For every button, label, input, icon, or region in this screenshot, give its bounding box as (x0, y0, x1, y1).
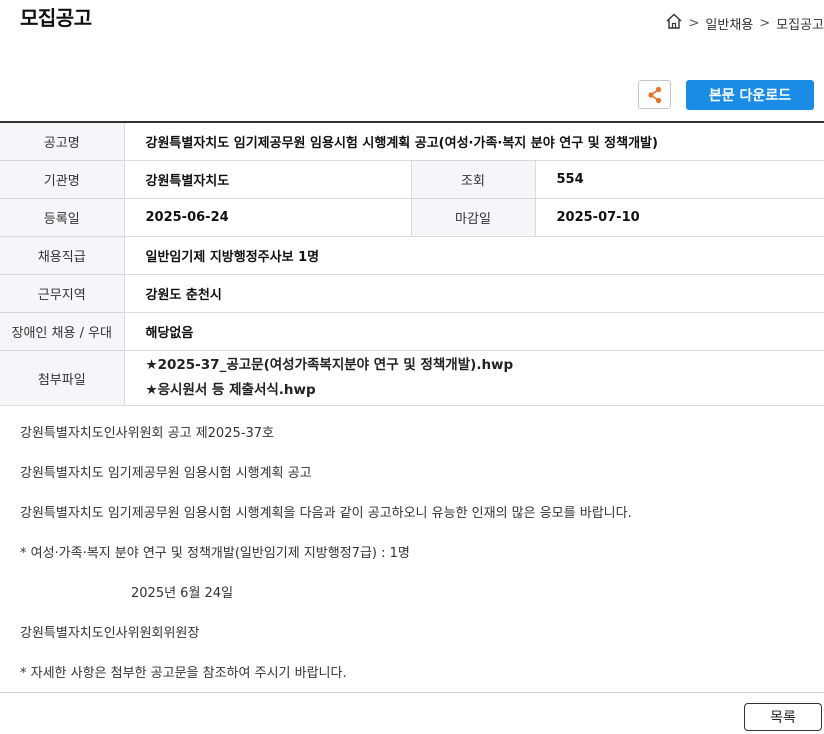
list-button[interactable]: 목록 (744, 703, 822, 731)
files-label: 첨부파일 (0, 350, 125, 406)
attachment-link[interactable]: ★2025-37_공고문(여성가족복지분야 연구 및 정책개발).hwp (146, 353, 824, 378)
files-list: ★2025-37_공고문(여성가족복지분야 연구 및 정책개발).hwp ★응시… (124, 350, 824, 406)
grade-label: 채용직급 (0, 236, 125, 275)
deadline-value: 2025-07-10 (535, 198, 824, 237)
job-info-table: 공고명 강원특별자치도 임기제공무원 임용시험 시행계획 공고(여성·가족·복지… (0, 121, 824, 406)
download-body-button[interactable]: 본문 다운로드 (686, 80, 814, 110)
table-row-disability: 장애인 채용 / 우대 해당없음 (0, 312, 824, 351)
breadcrumb: > 일반채용 > 모집공고 (665, 12, 824, 34)
divider (0, 692, 824, 693)
body-line: 강원특별자치도 임기제공무원 임용시험 시행계획을 다음과 같이 공고하오니 유… (20, 506, 632, 521)
disability-value: 해당없음 (124, 312, 824, 351)
body-line: * 자세한 사항은 첨부한 공고문을 참조하여 주시기 바랍니다. (20, 666, 347, 681)
home-icon[interactable] (665, 12, 683, 34)
table-row-dates: 등록일 2025-06-24 마감일 2025-07-10 (0, 198, 824, 237)
title-label: 공고명 (0, 122, 125, 161)
deadline-label: 마감일 (410, 198, 536, 237)
body-line: 강원특별자치도인사위원회 공고 제2025-37호 (20, 426, 274, 441)
region-label: 근무지역 (0, 274, 125, 313)
table-row-grade: 채용직급 일반임기제 지방행정주사보 1명 (0, 236, 824, 275)
body-line: 강원특별자치도 임기제공무원 임용시험 시행계획 공고 (20, 466, 312, 481)
reg-date-label: 등록일 (0, 198, 125, 237)
page-title: 모집공고 (20, 6, 92, 30)
breadcrumb-item-general-recruit[interactable]: 일반채용 (705, 14, 753, 33)
org-label: 기관명 (0, 160, 125, 199)
share-button[interactable] (638, 80, 671, 109)
table-row-region: 근무지역 강원도 춘천시 (0, 274, 824, 313)
title-value: 강원특별자치도 임기제공무원 임용시험 시행계획 공고(여성·가족·복지 분야 … (124, 122, 824, 161)
body-line: 강원특별자치도인사위원회위원장 (20, 626, 200, 641)
table-row-title: 공고명 강원특별자치도 임기제공무원 임용시험 시행계획 공고(여성·가족·복지… (0, 122, 824, 161)
region-value: 강원도 춘천시 (124, 274, 824, 313)
grade-value: 일반임기제 지방행정주사보 1명 (124, 236, 824, 275)
breadcrumb-separator: > (688, 15, 700, 31)
disability-label: 장애인 채용 / 우대 (0, 312, 125, 351)
table-row-org: 기관명 강원특별자치도 조회 554 (0, 160, 824, 199)
announcement-body: 강원특별자치도인사위원회 공고 제2025-37호 강원특별자치도 임기제공무원… (20, 424, 820, 704)
views-value: 554 (535, 160, 824, 199)
org-value: 강원특별자치도 (124, 160, 411, 199)
body-line: * 여성·가족·복지 분야 연구 및 정책개발(일반임기제 지방행정7급) : … (20, 546, 410, 561)
attachment-link[interactable]: ★응시원서 등 제출서식.hwp (146, 378, 824, 403)
views-label: 조회 (410, 160, 536, 199)
breadcrumb-separator: > (759, 15, 771, 31)
reg-date-value: 2025-06-24 (124, 198, 411, 237)
body-date: 2025년 6월 24일 (131, 586, 234, 601)
share-icon (647, 86, 661, 103)
table-row-files: 첨부파일 ★2025-37_공고문(여성가족복지분야 연구 및 정책개발).hw… (0, 350, 824, 406)
breadcrumb-item-current: 모집공고 (776, 17, 824, 33)
